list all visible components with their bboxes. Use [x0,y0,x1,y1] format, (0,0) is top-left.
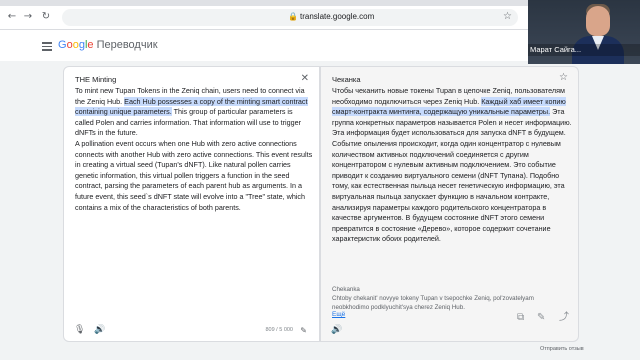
source-paragraph-1: To mint new Tupan Tokens in the Zeniq ch… [75,86,313,139]
google-translate-logo[interactable]: Google Переводчик [58,39,158,51]
browser-window: ← → ↻ 🔒 translate.google.com ☆ Google Пе… [0,0,640,360]
brand-letter: e [87,39,94,51]
speaker-icon[interactable]: 🔊 [331,325,342,335]
video-participant-name: Марат Сайга... [530,45,582,54]
arrow-left-icon[interactable]: ← [6,11,18,23]
source-paragraph-2: A pollination event occurs when one Hub … [75,138,313,212]
target-title: Чеканка [332,75,361,84]
send-feedback-link[interactable]: Отправить отзыв [540,346,584,352]
target-panel: Чеканка ☆ Чтобы чеканить новые токены Tu… [320,66,579,342]
lock-icon: 🔒 [288,12,298,21]
source-title: THE Minting [75,75,117,84]
microphone-icon[interactable]: 🎙 [74,325,85,335]
source-panel[interactable]: THE Minting ✕ To mint new Tupan Tokens i… [63,66,320,342]
reload-icon[interactable]: ↻ [40,11,52,23]
translit-head: Chekanka [332,286,360,293]
speaker-icon[interactable]: 🔊 [94,325,105,335]
share-icon[interactable]: ⤴ [559,308,569,323]
bookmark-star-icon[interactable]: ☆ [503,11,512,22]
brand-letter: G [58,39,67,51]
main-menu-icon[interactable] [42,42,52,51]
more-link[interactable]: Ещё [332,311,345,318]
target-text-post: Эта группа конкретных параметров называе… [332,107,572,244]
arrow-right-icon[interactable]: → [22,11,34,23]
star-icon[interactable]: ☆ [559,72,568,83]
target-translation: Чтобы чеканить новые токены Tupan в цепо… [332,86,572,245]
char-count: 809 / 5 000 [265,327,293,333]
brand-product-name: Переводчик [96,39,158,51]
close-icon[interactable]: ✕ [301,73,309,84]
source-textarea[interactable]: To mint new Tupan Tokens in the Zeniq ch… [75,86,313,213]
address-bar[interactable]: 🔒 translate.google.com ☆ [62,9,518,26]
url-text[interactable]: translate.google.com [300,12,374,21]
transliteration: Chekanka Chtoby chekanit' novyye tokeny … [332,285,572,312]
video-person-head [586,6,610,36]
edit-icon[interactable]: ✎ [300,326,307,335]
feedback-icon[interactable]: ✎ [537,312,545,323]
translit-body: Chtoby chekanit' novyye tokeny Tupan v t… [332,295,534,311]
copy-icon[interactable]: ⧉ [517,312,524,323]
